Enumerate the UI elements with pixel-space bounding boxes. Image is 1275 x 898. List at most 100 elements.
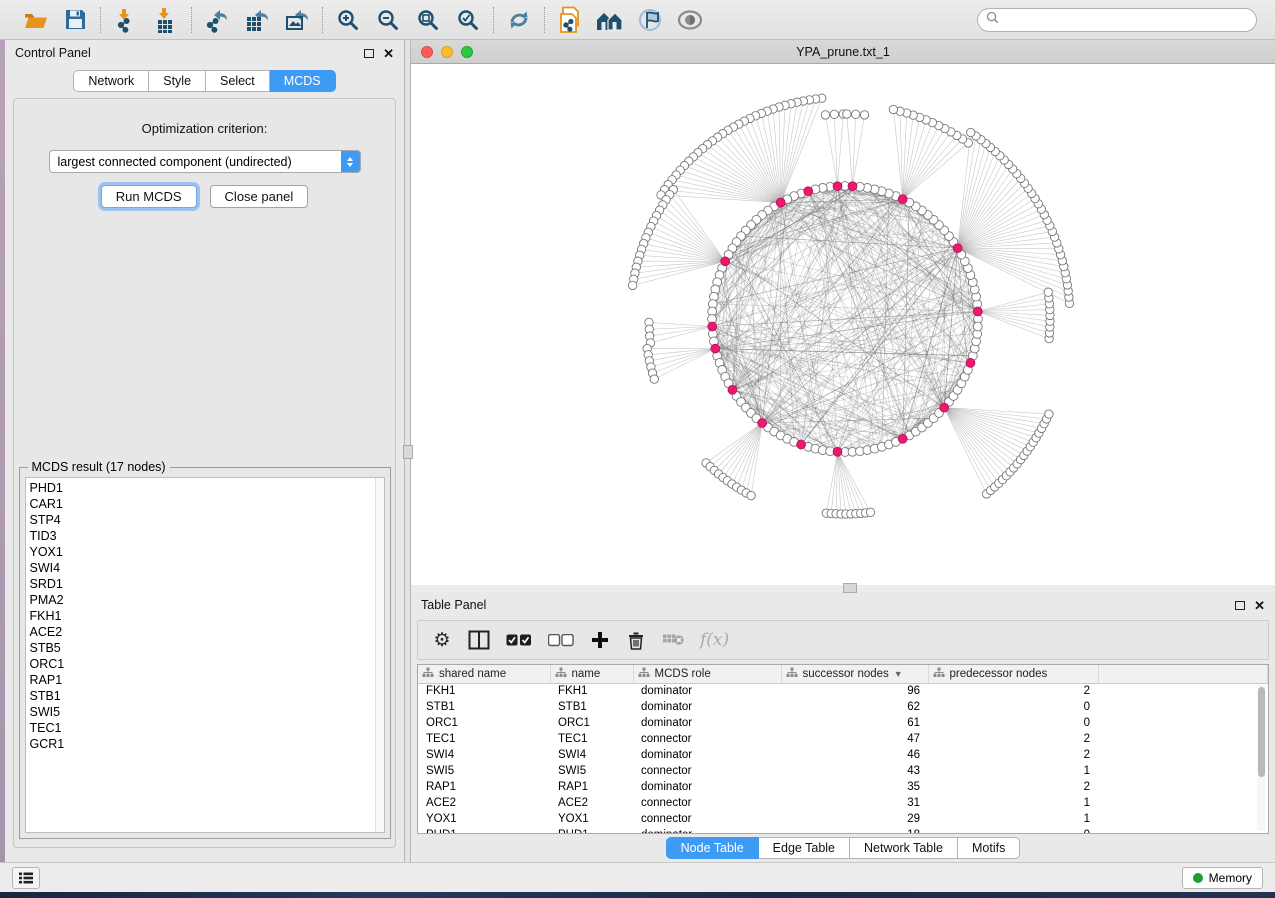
columns-icon[interactable] — [468, 628, 490, 652]
cell-mcds_role[interactable]: dominator — [633, 747, 781, 763]
mcds-result-item[interactable]: TID3 — [30, 528, 375, 544]
cell-shared_name[interactable]: TEC1 — [418, 731, 550, 747]
mcds-dominator-node[interactable] — [797, 440, 806, 449]
table-row[interactable]: PHD1PHD1dominator180 — [418, 827, 1268, 834]
tab-select[interactable]: Select — [206, 70, 270, 92]
refresh-network-button[interactable] — [506, 7, 532, 33]
cell-mcds_role[interactable]: dominator — [633, 779, 781, 795]
list-scrollbar[interactable] — [375, 478, 384, 832]
cell-mcds_role[interactable]: connector — [633, 795, 781, 811]
deselect-all-icon[interactable] — [548, 628, 574, 652]
table-row[interactable]: STB1STB1dominator620 — [418, 699, 1268, 715]
mcds-dominator-node[interactable] — [898, 434, 907, 443]
network-node[interactable] — [852, 110, 860, 118]
cell-shared_name[interactable]: FKH1 — [418, 683, 550, 699]
cell-successor_nodes[interactable]: 62 — [781, 699, 928, 715]
select-all-icon[interactable] — [506, 628, 532, 652]
column-header-predecessor-nodes[interactable]: predecessor nodes — [928, 665, 1098, 683]
zoom-in-button[interactable] — [335, 7, 361, 33]
mcds-dominator-node[interactable] — [708, 322, 717, 331]
network-node[interactable] — [628, 281, 636, 289]
splitter-grip[interactable] — [403, 445, 413, 459]
close-panel-icon[interactable]: ✕ — [383, 47, 394, 60]
export-image-button[interactable] — [284, 7, 310, 33]
cell-predecessor_nodes[interactable]: 1 — [928, 795, 1098, 811]
tab-mcds[interactable]: MCDS — [270, 70, 336, 92]
memory-button[interactable]: Memory — [1182, 867, 1263, 889]
mcds-result-item[interactable]: STB5 — [30, 640, 375, 656]
import-table-button[interactable] — [153, 7, 179, 33]
table-row[interactable]: SWI4SWI4dominator462 — [418, 747, 1268, 763]
cell-successor_nodes[interactable]: 96 — [781, 683, 928, 699]
cell-successor_nodes[interactable]: 47 — [781, 731, 928, 747]
column-header-name[interactable]: name — [550, 665, 633, 683]
cell-shared_name[interactable]: PHD1 — [418, 827, 550, 834]
mcds-result-item[interactable]: SWI4 — [30, 560, 375, 576]
float-panel-icon[interactable] — [364, 49, 374, 58]
cell-mcds_role[interactable]: dominator — [633, 699, 781, 715]
mcds-dominator-node[interactable] — [728, 385, 737, 394]
cell-mcds_role[interactable]: connector — [633, 763, 781, 779]
cell-predecessor_nodes[interactable]: 0 — [928, 715, 1098, 731]
cell-shared_name[interactable]: RAP1 — [418, 779, 550, 795]
tab-node-table[interactable]: Node Table — [666, 837, 759, 859]
column-header-MCDS-role[interactable]: MCDS role — [633, 665, 781, 683]
mcds-result-item[interactable]: CAR1 — [30, 496, 375, 512]
cell-successor_nodes[interactable]: 43 — [781, 763, 928, 779]
search-input[interactable] — [1004, 13, 1248, 27]
run-mcds-button[interactable]: Run MCDS — [101, 185, 197, 208]
mcds-dominator-node[interactable] — [966, 359, 975, 368]
network-node[interactable] — [830, 110, 838, 118]
mcds-result-item[interactable]: STP4 — [30, 512, 375, 528]
vertical-splitter[interactable] — [404, 40, 411, 862]
show-hide-button[interactable] — [677, 7, 703, 33]
export-table-button[interactable] — [244, 7, 270, 33]
cell-name[interactable]: PHD1 — [550, 827, 633, 834]
tab-style[interactable]: Style — [149, 70, 206, 92]
scrollbar-thumb[interactable] — [1258, 687, 1265, 777]
mcds-dominator-node[interactable] — [898, 195, 907, 204]
column-header-successor-nodes[interactable]: successor nodes▼ — [781, 665, 928, 683]
table-row[interactable]: TEC1TEC1connector472 — [418, 731, 1268, 747]
cell-mcds_role[interactable]: connector — [633, 811, 781, 827]
tab-edge-table[interactable]: Edge Table — [759, 837, 850, 859]
cell-name[interactable]: RAP1 — [550, 779, 633, 795]
tab-network[interactable]: Network — [73, 70, 149, 92]
cell-name[interactable]: ORC1 — [550, 715, 633, 731]
horizontal-splitter[interactable] — [411, 585, 1275, 592]
cell-shared_name[interactable]: YOX1 — [418, 811, 550, 827]
cell-predecessor_nodes[interactable]: 2 — [928, 731, 1098, 747]
network-node[interactable] — [889, 105, 897, 113]
table-row[interactable]: ACE2ACE2connector311 — [418, 795, 1268, 811]
network-node[interactable] — [967, 128, 975, 136]
mcds-dominator-node[interactable] — [940, 403, 949, 412]
cell-mcds_role[interactable]: dominator — [633, 683, 781, 699]
import-network-button[interactable] — [113, 7, 139, 33]
network-node[interactable] — [821, 111, 829, 119]
mcds-result-item[interactable]: SWI5 — [30, 704, 375, 720]
cell-name[interactable]: STB1 — [550, 699, 633, 715]
table-row[interactable]: ORC1ORC1dominator610 — [418, 715, 1268, 731]
cell-shared_name[interactable]: STB1 — [418, 699, 550, 715]
zoom-selected-button[interactable] — [455, 7, 481, 33]
mcds-result-item[interactable]: RAP1 — [30, 672, 375, 688]
cell-predecessor_nodes[interactable]: 2 — [928, 747, 1098, 763]
column-header-shared-name[interactable]: shared name — [418, 665, 550, 683]
cell-name[interactable]: ACE2 — [550, 795, 633, 811]
save-session-button[interactable] — [62, 7, 88, 33]
cell-shared_name[interactable]: ORC1 — [418, 715, 550, 731]
cell-successor_nodes[interactable]: 18 — [781, 827, 928, 834]
mcds-result-item[interactable]: PHD1 — [30, 480, 375, 496]
mcds-dominator-node[interactable] — [973, 307, 982, 316]
network-node[interactable] — [843, 110, 851, 118]
table-row[interactable]: YOX1YOX1connector291 — [418, 811, 1268, 827]
gear-icon[interactable]: ⚙ — [432, 628, 452, 652]
mcds-dominator-node[interactable] — [833, 182, 842, 191]
mcds-dominator-node[interactable] — [711, 344, 720, 353]
panel-menu-button[interactable] — [12, 867, 40, 889]
cell-name[interactable]: SWI5 — [550, 763, 633, 779]
mcds-result-item[interactable]: TEC1 — [30, 720, 375, 736]
cell-predecessor_nodes[interactable]: 1 — [928, 763, 1098, 779]
network-node[interactable] — [1045, 410, 1053, 418]
annotation-button[interactable] — [637, 7, 663, 33]
